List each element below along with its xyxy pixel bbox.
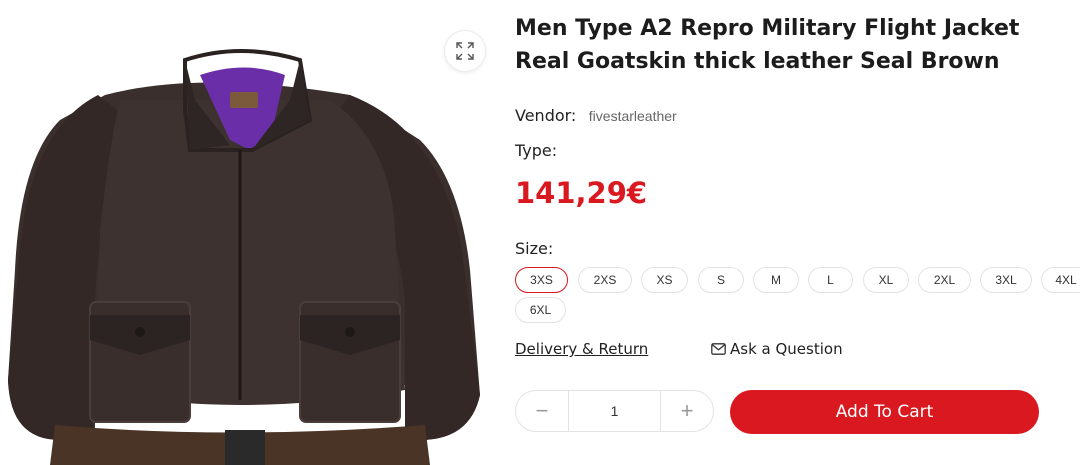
- size-option[interactable]: 3XL: [980, 267, 1032, 293]
- add-to-cart-button[interactable]: Add To Cart: [730, 390, 1039, 434]
- size-option[interactable]: 6XL: [515, 297, 566, 323]
- size-option[interactable]: S: [698, 267, 744, 293]
- decrease-button[interactable]: −: [516, 391, 568, 431]
- quantity-stepper: − 1 +: [515, 390, 714, 432]
- ask-question-label: Ask a Question: [730, 340, 843, 358]
- size-option[interactable]: L: [808, 267, 853, 293]
- mail-icon: [711, 343, 726, 355]
- expand-icon[interactable]: [444, 30, 486, 72]
- product-image[interactable]: [0, 0, 495, 465]
- size-label: Size:: [515, 239, 554, 258]
- increase-button[interactable]: +: [661, 391, 713, 431]
- type-row: Type:: [515, 141, 557, 161]
- vendor-row: Vendor: fivestarleather: [515, 106, 677, 126]
- size-option[interactable]: XL: [863, 267, 909, 293]
- quantity-input[interactable]: 1: [568, 391, 661, 431]
- vendor-value[interactable]: fivestarleather: [589, 108, 677, 124]
- size-option[interactable]: 2XS: [578, 267, 632, 293]
- size-option[interactable]: 2XL: [918, 267, 971, 293]
- type-label: Type:: [515, 141, 558, 160]
- product-image-area: [0, 0, 495, 465]
- size-option[interactable]: M: [753, 267, 799, 293]
- vendor-label: Vendor:: [515, 106, 577, 125]
- price: 141,29€: [515, 176, 648, 210]
- product-title: Men Type A2 Repro Military Flight Jacket…: [515, 16, 1020, 74]
- delivery-return-link[interactable]: Delivery & Return: [515, 340, 648, 358]
- ask-question-link[interactable]: Ask a Question: [711, 340, 843, 358]
- size-option[interactable]: 3XS: [515, 267, 568, 293]
- size-option[interactable]: 4XL: [1041, 267, 1080, 293]
- size-option[interactable]: XS: [641, 267, 688, 293]
